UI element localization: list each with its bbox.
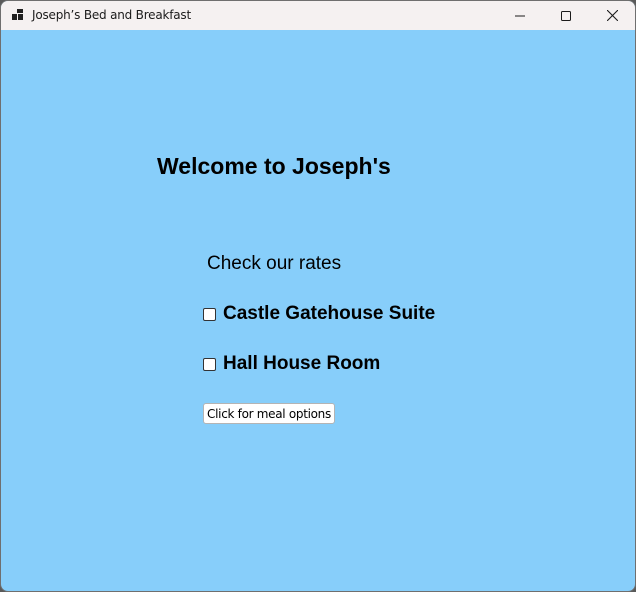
- welcome-heading: Welcome to Joseph's: [157, 153, 391, 179]
- app-window: Joseph’s Bed and Breakfast Welcome to Jo…: [0, 0, 636, 592]
- castle-gatehouse-suite-checkbox[interactable]: Castle Gatehouse Suite: [203, 303, 435, 325]
- close-button[interactable]: [589, 1, 635, 30]
- meal-options-button[interactable]: Click for meal options: [203, 403, 335, 424]
- checkbox-label[interactable]: Castle Gatehouse Suite: [223, 303, 435, 325]
- close-icon: [606, 10, 618, 21]
- checkbox-box[interactable]: [203, 357, 216, 371]
- window-title: Joseph’s Bed and Breakfast: [32, 8, 191, 22]
- minimize-button[interactable]: [497, 1, 543, 30]
- maximize-icon: [561, 10, 571, 21]
- app-window-icon: [12, 9, 23, 20]
- minimize-icon: [515, 15, 525, 16]
- rates-heading: Check our rates: [207, 253, 342, 274]
- title-bar[interactable]: Joseph’s Bed and Breakfast: [1, 1, 635, 30]
- checkbox-label[interactable]: Hall House Room: [223, 353, 380, 375]
- checkbox-box[interactable]: [203, 307, 216, 321]
- hall-house-room-checkbox[interactable]: Hall House Room: [203, 353, 380, 375]
- maximize-button[interactable]: [543, 1, 589, 30]
